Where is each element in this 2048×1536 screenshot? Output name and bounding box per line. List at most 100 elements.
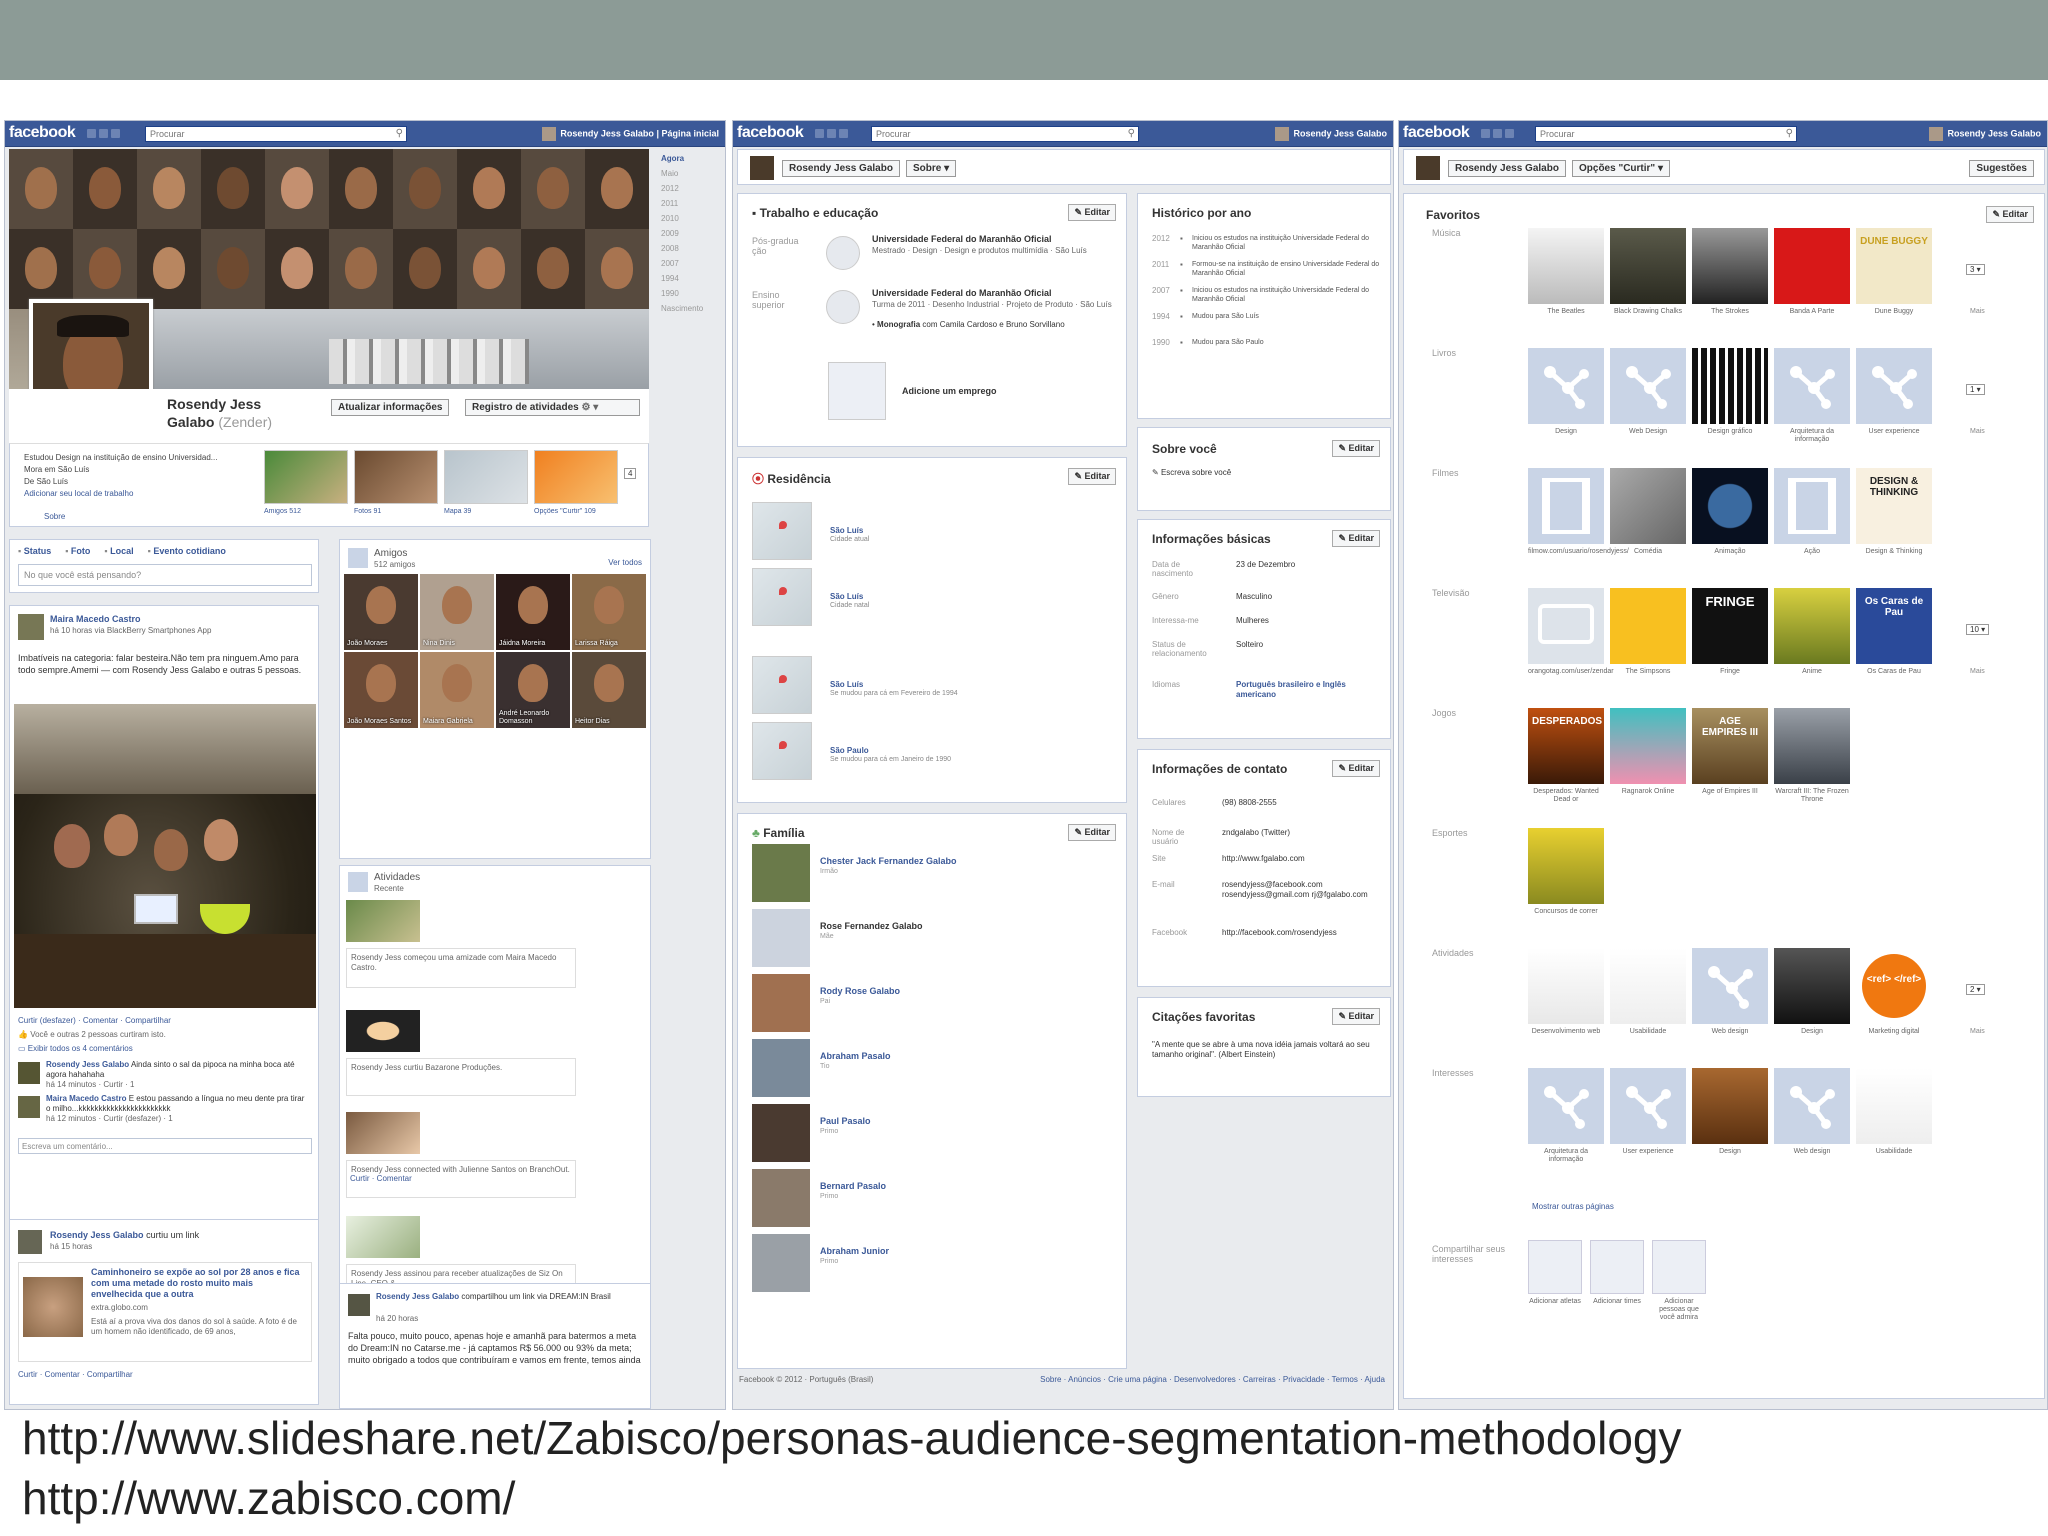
family-member-photo[interactable]: [752, 909, 810, 967]
favorite-caption[interactable]: Ragnarok Online: [1610, 788, 1686, 796]
see-all-friends-link[interactable]: Ver todos: [608, 558, 642, 567]
map-thumbnail[interactable]: [752, 722, 812, 780]
search-input[interactable]: Procurar ⚲: [1535, 126, 1797, 142]
timeline-year-link[interactable]: 1994: [661, 271, 721, 286]
profile-tab-label[interactable]: Opções "Curtir" 109: [534, 508, 618, 515]
favorite-caption[interactable]: Os Caras de Pau: [1856, 668, 1932, 676]
residence-city[interactable]: São Luís: [830, 526, 863, 535]
timeline-year-link[interactable]: 2008: [661, 241, 721, 256]
timeline-year-link[interactable]: 2011: [661, 196, 721, 211]
favorite-thumbnail[interactable]: [1610, 348, 1686, 424]
favorite-caption[interactable]: Usabilidade: [1856, 1148, 1932, 1156]
favorite-caption[interactable]: User experience: [1856, 428, 1932, 436]
edit-button[interactable]: ✎ Editar: [1332, 440, 1380, 457]
favorite-caption[interactable]: Comédia: [1610, 548, 1686, 556]
favorite-thumbnail[interactable]: [1774, 348, 1850, 424]
source-url[interactable]: http://www.zabisco.com/: [22, 1468, 1681, 1528]
timeline-year-nav[interactable]: Agora Maio 2012 2011 2010 2009 2008 2007 1994 199…: [661, 151, 721, 316]
about-link[interactable]: Sobre: [44, 512, 65, 521]
profile-tab-3[interactable]: [444, 450, 528, 504]
favorite-caption[interactable]: User experience: [1610, 1148, 1686, 1156]
map-thumbnail[interactable]: [752, 656, 812, 714]
share-interest-button[interactable]: [1652, 1240, 1706, 1294]
favorite-caption[interactable]: filmow.com/usuario/rosendyjess/: [1528, 548, 1629, 556]
composer-tab[interactable]: ▪ Status: [18, 546, 51, 556]
friend-thumbnail[interactable]: João Moraes Santos: [344, 652, 418, 728]
profile-tab-label[interactable]: Mapa 39: [444, 508, 528, 515]
favorite-thumbnail[interactable]: [1528, 1068, 1604, 1144]
school-name[interactable]: Universidade Federal do Maranhão Oficial: [872, 234, 1112, 244]
profile-tab-4[interactable]: [534, 450, 618, 504]
count-badge[interactable]: 1 ▾: [1966, 384, 1985, 395]
favorite-caption[interactable]: Black Drawing Chalks: [1610, 308, 1686, 316]
favorite-thumbnail[interactable]: [1528, 948, 1604, 1024]
favorite-caption[interactable]: Desperados: Wanted Dead or: [1528, 788, 1604, 804]
favorite-caption[interactable]: Desenvolvimento web: [1528, 1028, 1604, 1036]
favorite-thumbnail[interactable]: [1610, 948, 1686, 1024]
favorite-caption[interactable]: The Beatles: [1528, 308, 1604, 316]
link-title[interactable]: Caminhoneiro se expõe ao sol por 28 anos…: [91, 1267, 307, 1300]
family-member-photo[interactable]: [752, 1039, 810, 1097]
profile-tab-2[interactable]: [354, 450, 438, 504]
activity-thumbnail[interactable]: [346, 1010, 420, 1052]
footer-copyright[interactable]: Facebook © 2012 · Português (Brasil): [739, 1375, 873, 1384]
favorite-thumbnail[interactable]: [1774, 708, 1850, 784]
profile-name-button[interactable]: Rosendy Jess Galabo: [1448, 160, 1566, 177]
timeline-year-link[interactable]: Agora: [661, 151, 721, 166]
add-job-link[interactable]: Adicione um emprego: [902, 386, 997, 396]
timeline-year-link[interactable]: Nascimento: [661, 301, 721, 316]
favorite-thumbnail[interactable]: [1774, 948, 1850, 1024]
profile-tab-1[interactable]: [264, 450, 348, 504]
favorite-caption[interactable]: Fringe: [1692, 668, 1768, 676]
avatar[interactable]: [348, 1294, 370, 1316]
friend-thumbnail[interactable]: João Moraes: [344, 574, 418, 650]
favorite-caption[interactable]: Design gráfico: [1692, 428, 1768, 436]
favorite-thumbnail[interactable]: [1528, 228, 1604, 304]
field-value[interactable]: http://www.fgalabo.com: [1222, 854, 1382, 864]
footer-links[interactable]: Sobre · Anúncios · Crie uma página · Des…: [1040, 1375, 1385, 1384]
favorite-caption[interactable]: Banda A Parte: [1774, 308, 1850, 316]
tab-count-badge[interactable]: 4: [624, 468, 637, 479]
edit-button[interactable]: ✎ Editar: [1068, 468, 1116, 485]
edit-button[interactable]: ✎ Editar: [1332, 760, 1380, 777]
edit-button[interactable]: ✎ Editar: [1332, 530, 1380, 547]
friend-thumbnail[interactable]: Maiara Gabriela: [420, 652, 494, 728]
favorite-thumbnail[interactable]: [1692, 348, 1768, 424]
notification-icons[interactable]: [815, 129, 855, 139]
favorite-caption[interactable]: Concursos de correr: [1528, 908, 1604, 916]
favorite-caption[interactable]: Marketing digital: [1856, 1028, 1932, 1036]
add-job-icon[interactable]: [828, 362, 886, 420]
friend-thumbnail[interactable]: Nina Dinis: [420, 574, 494, 650]
favorite-caption[interactable]: Design: [1692, 1148, 1768, 1156]
facebook-logo[interactable]: facebook: [9, 124, 76, 142]
favorite-thumbnail[interactable]: [1528, 348, 1604, 424]
likes-summary[interactable]: 👍 Você e outras 2 pessoas curtiram isto.: [18, 1030, 166, 1039]
section-dropdown[interactable]: Sobre ▾: [906, 160, 957, 177]
user-nav[interactable]: Rosendy Jess Galabo | Página inicial: [542, 127, 719, 141]
favorite-caption[interactable]: Warcraft III: The Frozen Throne: [1774, 788, 1850, 804]
favorite-caption[interactable]: Ação: [1774, 548, 1850, 556]
activity-thumbnail[interactable]: [346, 1112, 420, 1154]
avatar[interactable]: [18, 1230, 42, 1254]
composer-tab[interactable]: ▪ Foto: [65, 546, 90, 556]
favorite-thumbnail[interactable]: DESIGN & THINKING: [1856, 468, 1932, 544]
timeline-year-link[interactable]: 1990: [661, 286, 721, 301]
avatar[interactable]: [750, 156, 774, 180]
friend-thumbnail[interactable]: Jáidna Moreira: [496, 574, 570, 650]
more-link[interactable]: Mais: [1970, 428, 1985, 435]
favorite-caption[interactable]: Design: [1528, 428, 1604, 436]
favorite-caption[interactable]: The Strokes: [1692, 308, 1768, 316]
school-name[interactable]: Universidade Federal do Maranhão Oficial: [872, 288, 1112, 298]
avatar[interactable]: [1416, 156, 1440, 180]
map-thumbnail[interactable]: [752, 568, 812, 626]
post-author[interactable]: Maira Macedo Castro: [50, 614, 141, 624]
field-value[interactable]: rosendyjess@facebook.com rosendyjess@gma…: [1222, 880, 1382, 900]
family-member-photo[interactable]: [752, 1169, 810, 1227]
user-nav[interactable]: Rosendy Jess Galabo: [1929, 127, 2041, 141]
user-nav[interactable]: Rosendy Jess Galabo: [1275, 127, 1387, 141]
activity-thumbnail[interactable]: [346, 900, 420, 942]
favorite-caption[interactable]: Design: [1774, 1028, 1850, 1036]
family-member-name[interactable]: Abraham Junior: [820, 1246, 889, 1256]
timeline-year-link[interactable]: 2007: [661, 256, 721, 271]
family-member-name[interactable]: Paul Pasalo: [820, 1116, 871, 1126]
